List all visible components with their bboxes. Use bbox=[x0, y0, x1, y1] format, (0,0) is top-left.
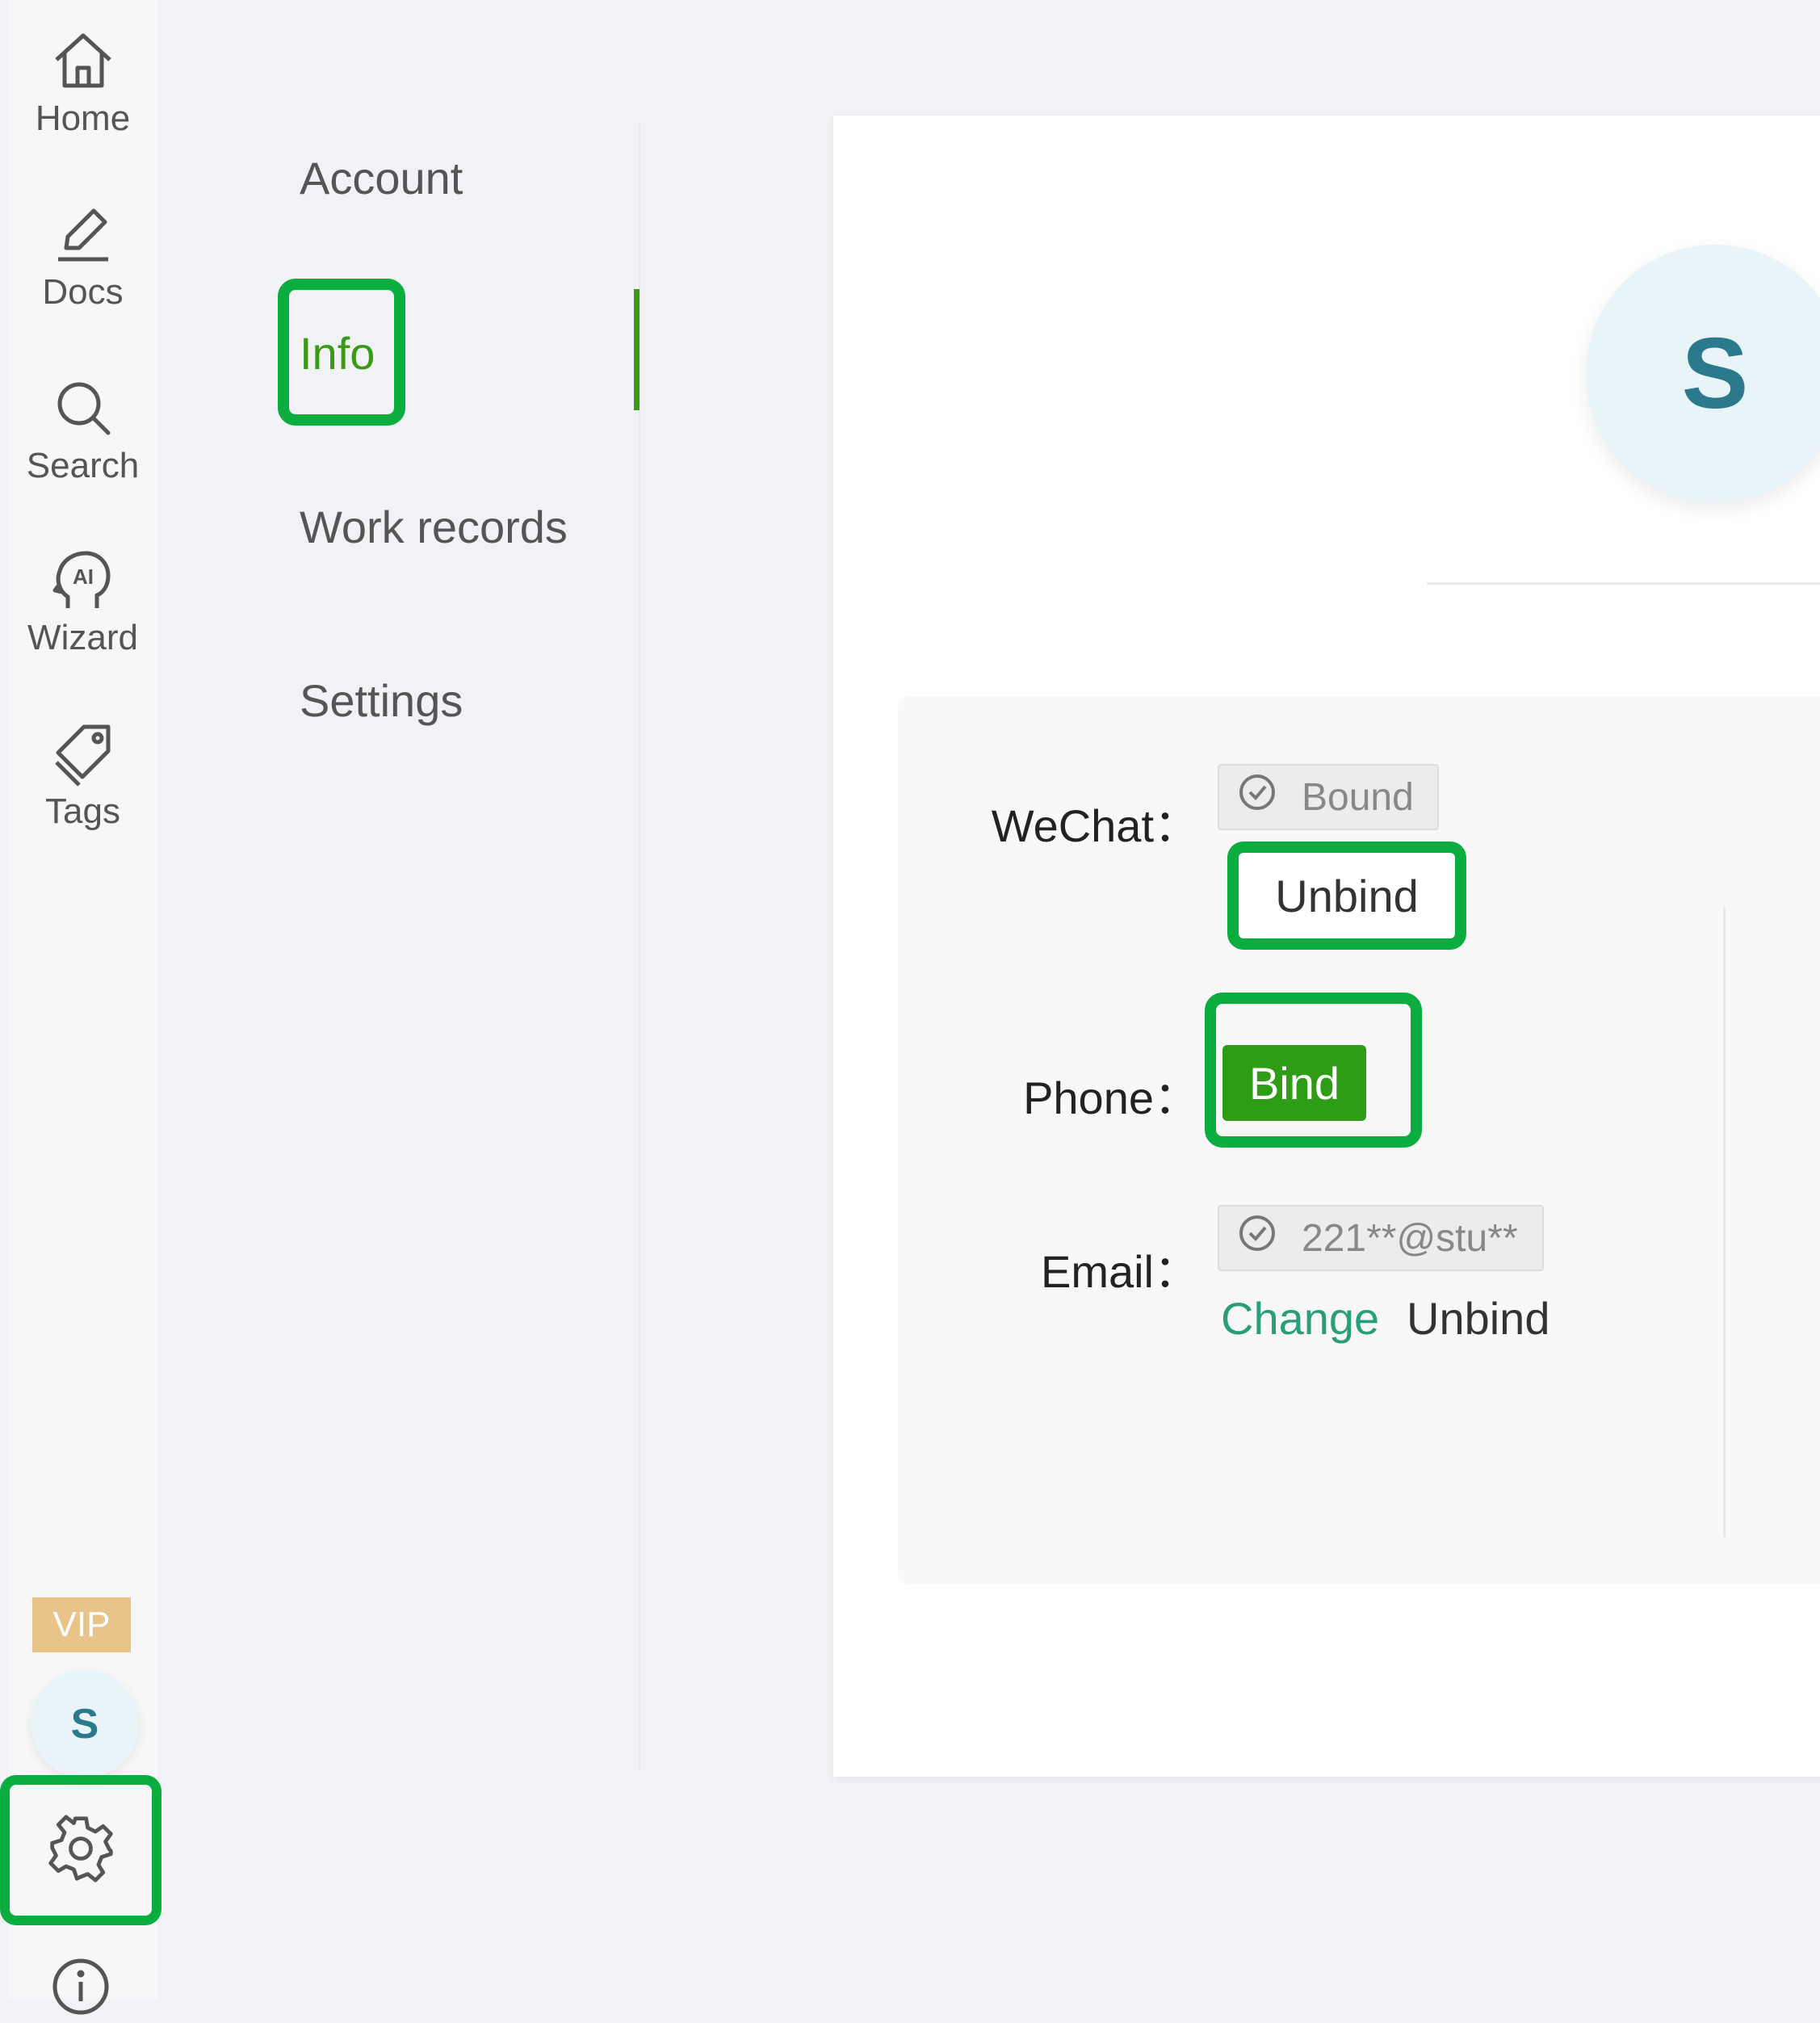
subnav-item-settings[interactable]: Settings bbox=[300, 674, 463, 727]
subnav-item-work-records[interactable]: Work records bbox=[300, 501, 568, 553]
email-unbind-link[interactable]: Unbind bbox=[1407, 1292, 1550, 1345]
rail-item-home[interactable]: Home bbox=[8, 24, 157, 139]
rail-item-wizard[interactable]: AI Wizard bbox=[8, 544, 157, 658]
profile-avatar[interactable]: S bbox=[1586, 245, 1820, 503]
email-change-link[interactable]: Change bbox=[1221, 1292, 1379, 1345]
panel-separator bbox=[1723, 907, 1726, 1537]
email-label: Email： bbox=[1040, 1246, 1199, 1297]
wechat-status: Bound bbox=[1302, 775, 1414, 819]
vip-badge[interactable]: VIP bbox=[32, 1597, 131, 1652]
subnav-item-account[interactable]: Account bbox=[300, 152, 463, 204]
rail-item-label: Wizard bbox=[27, 618, 138, 657]
rail-item-docs[interactable]: Docs bbox=[8, 198, 157, 313]
pen-icon bbox=[47, 198, 120, 271]
avatar[interactable]: S bbox=[31, 1670, 139, 1778]
active-indicator bbox=[634, 289, 640, 410]
home-icon bbox=[47, 24, 120, 97]
divider bbox=[1427, 582, 1820, 585]
info-icon bbox=[48, 1958, 113, 2022]
info-button[interactable] bbox=[48, 1954, 113, 2019]
check-circle-icon bbox=[1237, 772, 1302, 822]
rail-item-label: Docs bbox=[42, 272, 124, 312]
rail-item-search[interactable]: Search bbox=[8, 371, 157, 486]
ai-head-icon: AI bbox=[47, 544, 120, 616]
check-circle-icon bbox=[1237, 1213, 1302, 1263]
rail-item-tags[interactable]: Tags bbox=[8, 717, 157, 832]
subnav-item-info[interactable]: Info bbox=[300, 327, 375, 380]
wechat-unbind-button[interactable]: Unbind bbox=[1227, 842, 1466, 950]
rail-item-label: Home bbox=[35, 99, 131, 138]
wechat-label: WeChat： bbox=[991, 800, 1199, 851]
rail-item-label: Tags bbox=[45, 791, 120, 831]
wechat-status-chip: Bound bbox=[1218, 764, 1439, 830]
email-value: 221**@stu** bbox=[1302, 1216, 1518, 1260]
phone-bind-button[interactable]: Bind bbox=[1222, 1045, 1366, 1121]
phone-label: Phone： bbox=[1023, 1072, 1199, 1123]
gear-icon bbox=[46, 1814, 115, 1887]
email-status-chip: 221**@stu** bbox=[1218, 1205, 1544, 1271]
rail-item-label: Search bbox=[26, 446, 140, 485]
search-icon bbox=[47, 371, 120, 444]
settings-button[interactable] bbox=[0, 1775, 161, 1925]
svg-text:AI: AI bbox=[73, 565, 94, 589]
tag-icon bbox=[47, 717, 120, 790]
settings-subnav: Account Info Work records Settings bbox=[157, 121, 640, 1769]
left-rail: Home Docs Search AI Wizard Tags VIP S bbox=[8, 0, 157, 1999]
